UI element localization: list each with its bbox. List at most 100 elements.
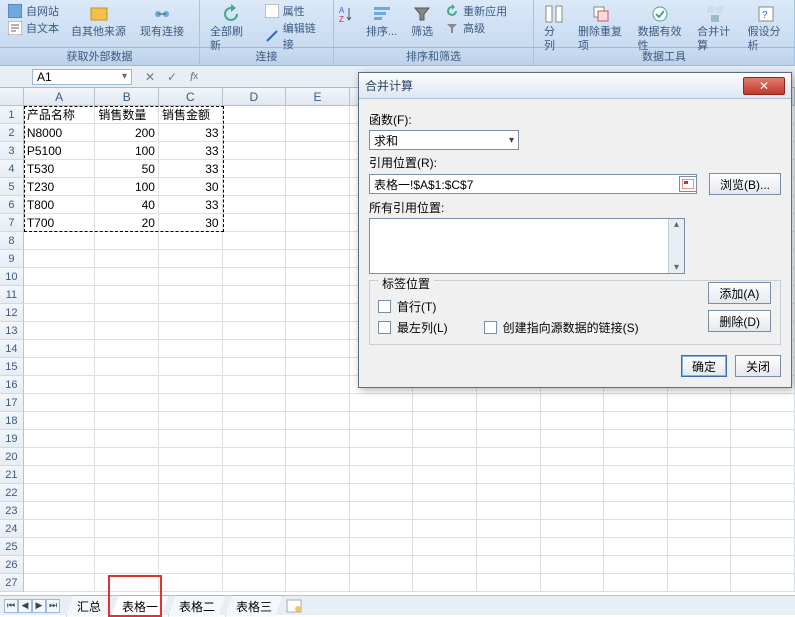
cell[interactable]	[159, 376, 223, 394]
cell[interactable]	[24, 412, 96, 430]
cell[interactable]	[223, 466, 287, 484]
cell[interactable]	[95, 394, 159, 412]
cell[interactable]	[24, 376, 96, 394]
cell[interactable]	[159, 232, 223, 250]
cell[interactable]	[731, 538, 795, 556]
cell[interactable]	[286, 250, 350, 268]
cell[interactable]	[350, 520, 414, 538]
cell[interactable]	[24, 250, 96, 268]
cell[interactable]	[24, 394, 96, 412]
cell[interactable]	[413, 484, 477, 502]
row-header[interactable]: 9	[0, 250, 24, 268]
cell[interactable]	[541, 448, 605, 466]
cell[interactable]	[541, 394, 605, 412]
cell[interactable]	[24, 430, 96, 448]
cell[interactable]	[286, 196, 350, 214]
cell[interactable]	[95, 286, 159, 304]
cell[interactable]	[159, 484, 223, 502]
cell[interactable]	[286, 232, 350, 250]
cell[interactable]: 200	[95, 124, 159, 142]
row-header[interactable]: 11	[0, 286, 24, 304]
cell[interactable]	[95, 556, 159, 574]
cell[interactable]	[24, 232, 96, 250]
cell[interactable]	[95, 574, 159, 592]
cell[interactable]	[286, 358, 350, 376]
delete-button[interactable]: 删除(D)	[708, 310, 771, 332]
cell[interactable]	[223, 556, 287, 574]
row-header[interactable]: 12	[0, 304, 24, 322]
cell[interactable]	[477, 394, 541, 412]
cell[interactable]	[159, 412, 223, 430]
cell[interactable]: 30	[159, 214, 223, 232]
cell[interactable]	[350, 412, 414, 430]
tab-nav-last[interactable]: ⏭	[46, 599, 60, 613]
ribbon-other-sources[interactable]: 自其他来源	[65, 2, 132, 41]
cell[interactable]	[286, 574, 350, 592]
cell[interactable]	[159, 268, 223, 286]
row-header[interactable]: 18	[0, 412, 24, 430]
cell[interactable]	[95, 466, 159, 484]
cell[interactable]	[604, 412, 668, 430]
cell[interactable]	[604, 466, 668, 484]
cell[interactable]	[413, 520, 477, 538]
cell[interactable]	[350, 394, 414, 412]
ribbon-from-web[interactable]: 自网站	[8, 3, 59, 19]
cell[interactable]	[541, 412, 605, 430]
ribbon-properties[interactable]: 属性	[265, 3, 325, 19]
cell[interactable]	[541, 538, 605, 556]
cell[interactable]	[159, 502, 223, 520]
col-header[interactable]: C	[159, 88, 223, 105]
cell[interactable]	[477, 448, 541, 466]
cell[interactable]	[159, 286, 223, 304]
row-header[interactable]: 14	[0, 340, 24, 358]
cell[interactable]	[286, 322, 350, 340]
ribbon-sort[interactable]: 排序...	[360, 2, 403, 41]
cell[interactable]	[350, 430, 414, 448]
cell[interactable]	[24, 268, 96, 286]
ribbon-reapply[interactable]: 重新应用	[445, 3, 507, 19]
cell[interactable]	[286, 538, 350, 556]
cell[interactable]	[541, 466, 605, 484]
cell[interactable]	[477, 520, 541, 538]
row-header[interactable]: 17	[0, 394, 24, 412]
cell[interactable]	[286, 466, 350, 484]
cell[interactable]	[286, 124, 350, 142]
cell[interactable]	[668, 430, 732, 448]
add-button[interactable]: 添加(A)	[708, 282, 771, 304]
cell[interactable]	[286, 484, 350, 502]
cell[interactable]	[541, 556, 605, 574]
cell[interactable]	[95, 520, 159, 538]
cell[interactable]	[286, 394, 350, 412]
row-header[interactable]: 10	[0, 268, 24, 286]
cell[interactable]	[286, 448, 350, 466]
cell[interactable]	[159, 574, 223, 592]
cell[interactable]	[604, 538, 668, 556]
select-all-corner[interactable]	[0, 88, 24, 105]
row-header[interactable]: 15	[0, 358, 24, 376]
sheet-tab-3[interactable]: 表格三	[225, 595, 283, 617]
cell[interactable]	[350, 556, 414, 574]
cell[interactable]	[541, 502, 605, 520]
cell[interactable]	[223, 412, 287, 430]
row-header[interactable]: 5	[0, 178, 24, 196]
cell[interactable]: 40	[95, 196, 159, 214]
cell[interactable]	[24, 448, 96, 466]
cell[interactable]	[95, 250, 159, 268]
cell[interactable]	[477, 556, 541, 574]
row-header[interactable]: 19	[0, 430, 24, 448]
row-header[interactable]: 16	[0, 376, 24, 394]
row-header[interactable]: 6	[0, 196, 24, 214]
cell[interactable]	[223, 106, 287, 124]
cell[interactable]	[604, 484, 668, 502]
cell[interactable]	[668, 466, 732, 484]
cell[interactable]	[286, 268, 350, 286]
cell[interactable]	[24, 520, 96, 538]
row-header[interactable]: 2	[0, 124, 24, 142]
close-dialog-button[interactable]: 关闭	[735, 355, 781, 377]
cell[interactable]	[24, 502, 96, 520]
cell[interactable]	[604, 502, 668, 520]
cell[interactable]	[477, 430, 541, 448]
new-sheet-icon[interactable]	[286, 599, 302, 613]
close-button[interactable]: ✕	[743, 77, 785, 95]
cell[interactable]	[731, 430, 795, 448]
